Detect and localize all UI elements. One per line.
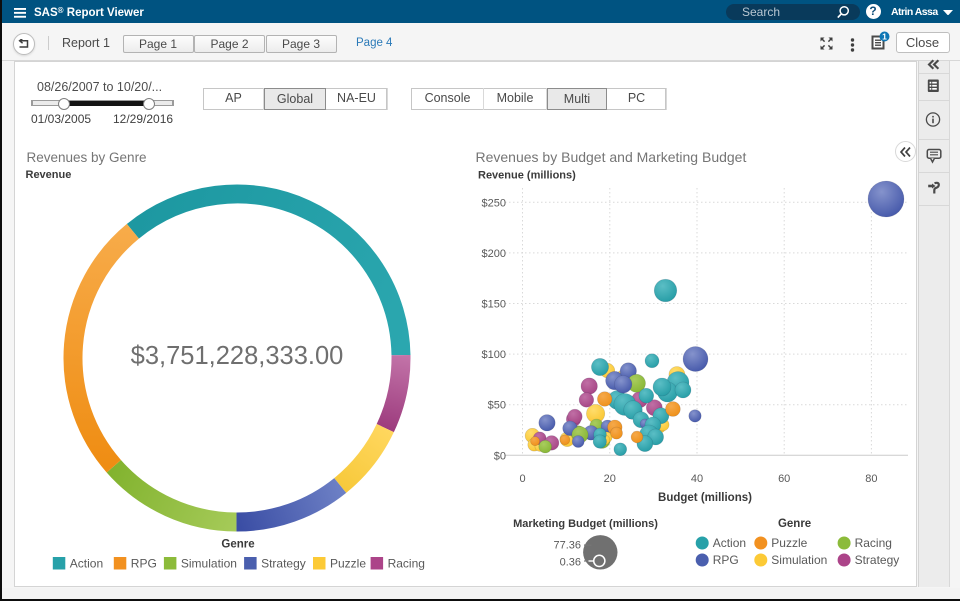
- svg-text:$50: $50: [488, 400, 506, 412]
- svg-text:Marketing Budget (millions): Marketing Budget (millions): [513, 518, 658, 530]
- svg-text:Racing: Racing: [388, 557, 425, 571]
- svg-text:0.36: 0.36: [560, 557, 581, 569]
- svg-text:Revenue: Revenue: [26, 169, 72, 181]
- svg-text:RPG: RPG: [713, 553, 739, 567]
- svg-text:Racing: Racing: [855, 536, 892, 550]
- svg-text:77.36: 77.36: [553, 540, 581, 552]
- svg-text:Budget (millions): Budget (millions): [658, 492, 752, 504]
- svg-text:Strategy: Strategy: [261, 557, 306, 571]
- svg-text:$150: $150: [482, 299, 506, 311]
- svg-text:Puzzle: Puzzle: [330, 557, 366, 571]
- svg-text:60: 60: [778, 473, 790, 485]
- svg-text:Simulation: Simulation: [771, 553, 827, 567]
- svg-text:$3,751,228,333.00: $3,751,228,333.00: [131, 342, 344, 370]
- svg-text:0: 0: [519, 473, 525, 485]
- svg-text:Revenues by Genre: Revenues by Genre: [27, 150, 147, 165]
- svg-text:Revenue (millions): Revenue (millions): [478, 170, 576, 182]
- svg-text:Puzzle: Puzzle: [771, 536, 807, 550]
- svg-text:Genre: Genre: [221, 539, 254, 551]
- svg-text:Action: Action: [70, 557, 103, 571]
- svg-text:$250: $250: [482, 197, 506, 209]
- svg-text:$100: $100: [482, 349, 506, 361]
- svg-text:Simulation: Simulation: [181, 557, 237, 571]
- svg-text:40: 40: [691, 473, 703, 485]
- svg-text:Strategy: Strategy: [855, 553, 900, 567]
- svg-text:$0: $0: [494, 450, 506, 462]
- svg-text:80: 80: [865, 473, 877, 485]
- svg-text:Action: Action: [713, 536, 746, 550]
- svg-text:Genre: Genre: [778, 518, 811, 530]
- svg-text:RPG: RPG: [131, 557, 157, 571]
- svg-text:1: 1: [882, 32, 887, 42]
- svg-text:$200: $200: [482, 248, 506, 260]
- svg-text:Revenues by Budget and Marketi: Revenues by Budget and Marketing Budget: [476, 149, 747, 165]
- svg-text:20: 20: [604, 473, 616, 485]
